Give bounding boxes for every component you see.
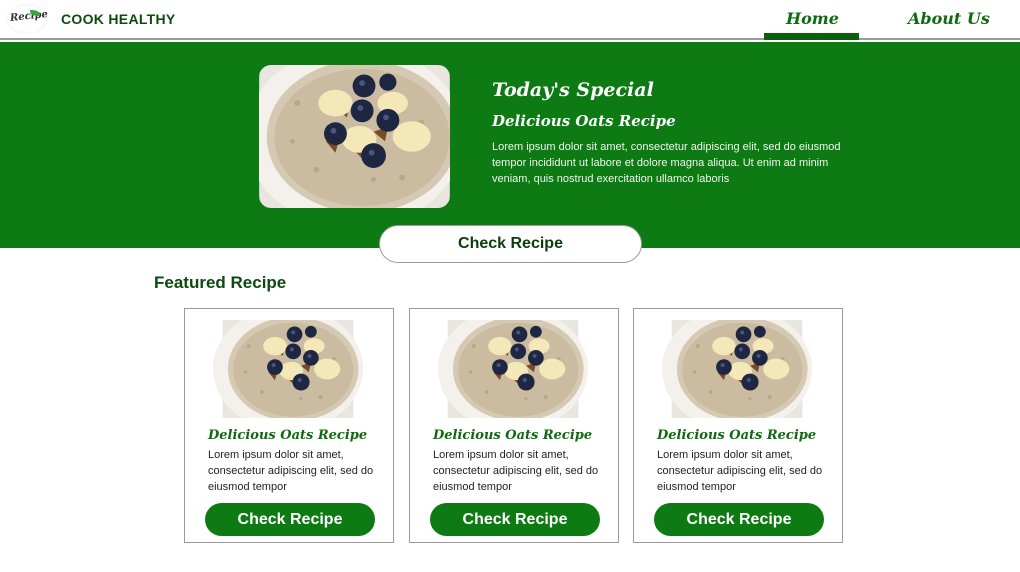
hero-check-recipe-button[interactable]: Check Recipe	[379, 225, 642, 263]
card-check-recipe-button[interactable]: Check Recipe	[430, 503, 600, 536]
hero-subtitle: Delicious Oats Recipe	[492, 112, 676, 130]
card-description: Lorem ipsum dolor sit amet, consectetur …	[657, 449, 823, 493]
brand-name[interactable]: COOK HEALTHY	[61, 11, 176, 27]
nav-about-link[interactable]: About Us	[908, 9, 990, 28]
recipe-card: Delicious Oats Recipe Lorem ipsum dolor …	[633, 308, 843, 543]
card-check-recipe-button[interactable]: Check Recipe	[205, 503, 375, 536]
recipe-card: Delicious Oats Recipe Lorem ipsum dolor …	[184, 308, 394, 543]
card-title: Delicious Oats Recipe	[208, 428, 368, 443]
hero-section: Today's Special Delicious Oats Recipe Lo…	[0, 42, 1020, 248]
logo-text: Recipe	[9, 9, 49, 24]
card-description: Lorem ipsum dolor sit amet, consectetur …	[433, 449, 599, 493]
nav-home-link[interactable]: Home	[786, 9, 839, 28]
card-title: Delicious Oats Recipe	[657, 428, 817, 443]
nav-active-indicator	[764, 33, 859, 40]
hero-oatmeal-image	[259, 65, 450, 208]
card-oatmeal-image	[662, 320, 812, 418]
card-oatmeal-image	[213, 320, 363, 418]
recipe-logo-icon[interactable]: Recipe	[6, 4, 48, 34]
hero-description: Lorem ipsum dolor sit amet, consectetur …	[492, 141, 841, 185]
hero-title: Today's Special	[492, 79, 654, 101]
header: Recipe COOK HEALTHY Home About Us	[0, 0, 1020, 40]
recipe-card: Delicious Oats Recipe Lorem ipsum dolor …	[409, 308, 619, 543]
card-check-recipe-button[interactable]: Check Recipe	[654, 503, 824, 536]
card-description: Lorem ipsum dolor sit amet, consectetur …	[208, 449, 374, 493]
featured-heading: Featured Recipe	[154, 273, 287, 292]
card-oatmeal-image	[438, 320, 588, 418]
card-title: Delicious Oats Recipe	[433, 428, 593, 443]
